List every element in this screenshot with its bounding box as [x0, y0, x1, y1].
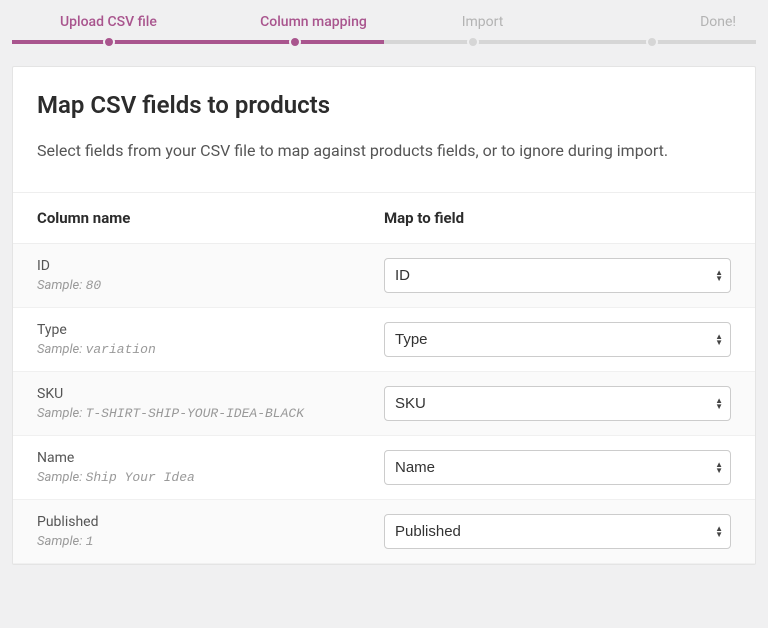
- page-title: Map CSV fields to products: [37, 91, 731, 119]
- field-name: ID: [37, 258, 384, 274]
- step-import: Import: [398, 14, 567, 30]
- map-field-select-published[interactable]: Published: [384, 514, 731, 549]
- field-sample: Sample: T-SHIRT-SHIP-YOUR-IDEA-BLACK: [37, 406, 384, 421]
- step-mapping: Column mapping: [229, 14, 398, 30]
- map-field-select-id[interactable]: ID: [384, 258, 731, 293]
- step-upload: Upload CSV file: [22, 14, 229, 30]
- map-to-field-header: Map to field: [384, 209, 731, 227]
- progress-bar-fill: [12, 40, 384, 44]
- progress-dot-4: [646, 36, 658, 48]
- progress-dot-2: [289, 36, 301, 48]
- progress-dot-1: [103, 36, 115, 48]
- map-field-select-sku[interactable]: SKU: [384, 386, 731, 421]
- step-done: Done!: [567, 14, 746, 30]
- field-name: Type: [37, 322, 384, 338]
- table-row: SKU Sample: T-SHIRT-SHIP-YOUR-IDEA-BLACK…: [13, 372, 755, 436]
- field-sample: Sample: Ship Your Idea: [37, 470, 384, 485]
- table-row: Type Sample: variation Type ▲▼: [13, 308, 755, 372]
- table-row: Name Sample: Ship Your Idea Name ▲▼: [13, 436, 755, 500]
- field-name: SKU: [37, 386, 384, 402]
- progress-bar: [12, 40, 756, 44]
- page-description: Select fields from your CSV file to map …: [37, 137, 731, 164]
- mapping-table-header: Column name Map to field: [13, 192, 755, 244]
- progress-dot-3: [467, 36, 479, 48]
- import-progress: Upload CSV file Column mapping Import Do…: [0, 0, 768, 44]
- mapping-card: Map CSV fields to products Select fields…: [12, 66, 756, 565]
- table-row: Published Sample: 1 Published ▲▼: [13, 500, 755, 564]
- column-name-header: Column name: [37, 209, 384, 227]
- field-sample: Sample: variation: [37, 342, 384, 357]
- map-field-select-name[interactable]: Name: [384, 450, 731, 485]
- field-name: Published: [37, 514, 384, 530]
- field-sample: Sample: 1: [37, 534, 384, 549]
- field-sample: Sample: 80: [37, 278, 384, 293]
- table-row: ID Sample: 80 ID ▲▼: [13, 244, 755, 308]
- map-field-select-type[interactable]: Type: [384, 322, 731, 357]
- field-name: Name: [37, 450, 384, 466]
